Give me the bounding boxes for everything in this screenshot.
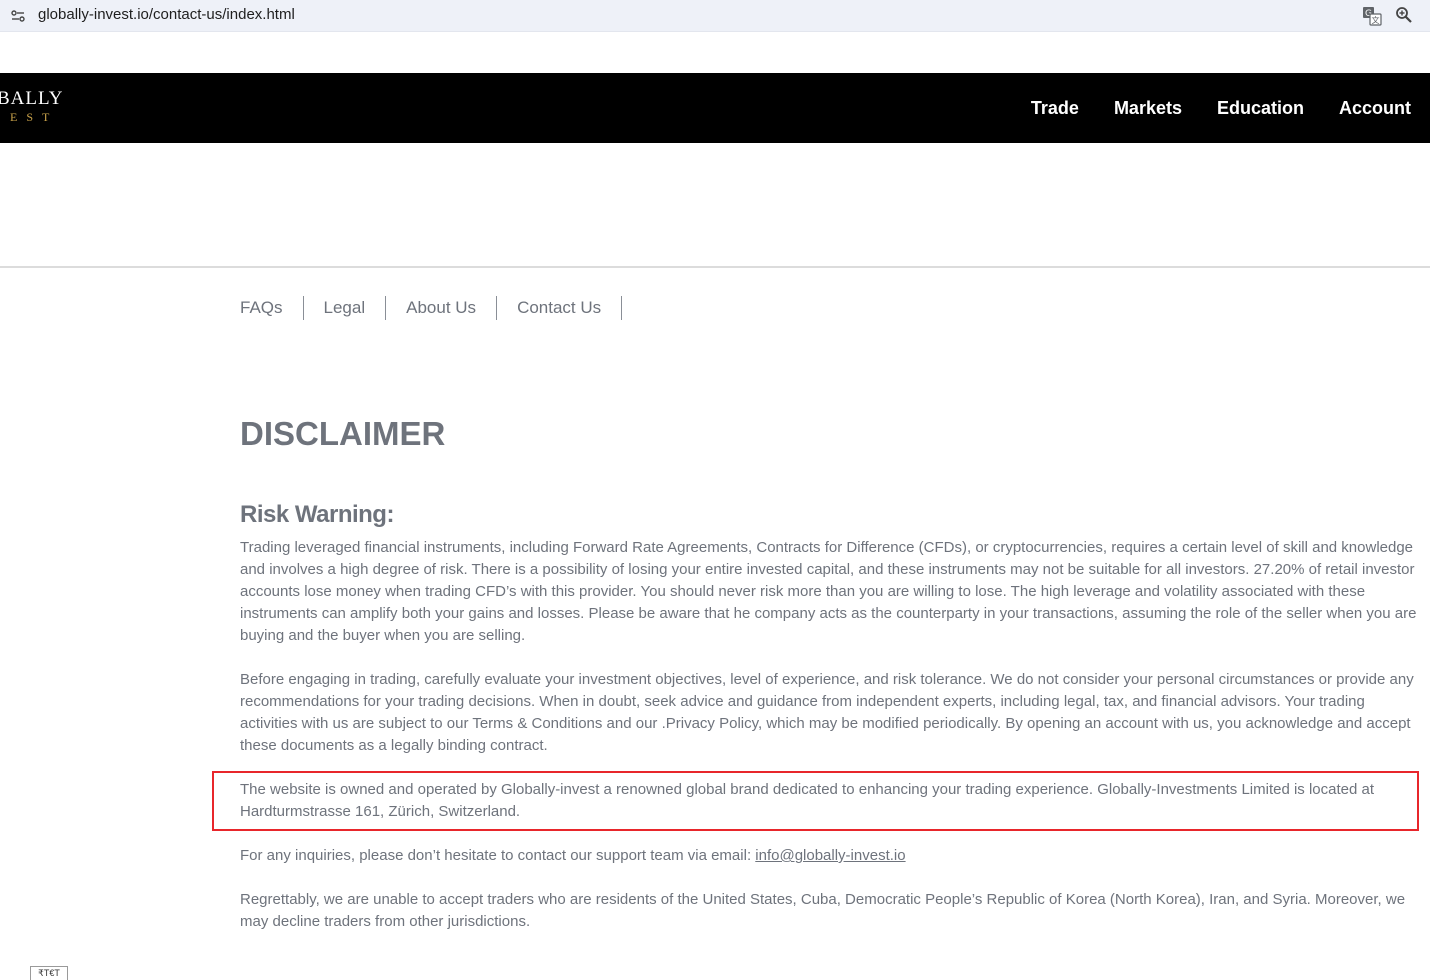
nav-trade[interactable]: Trade bbox=[1031, 98, 1079, 119]
url-text[interactable]: globally-invest.io/contact-us/index.html bbox=[38, 6, 295, 24]
risk-paragraph: Trading leveraged financial instruments,… bbox=[240, 539, 1417, 644]
site-logo[interactable]: BALLY EST bbox=[0, 89, 80, 129]
zoom-icon[interactable] bbox=[1395, 6, 1413, 24]
evaluation-paragraph: Before engaging in trading, carefully ev… bbox=[240, 671, 1414, 754]
logo-top-text: BALLY bbox=[0, 89, 64, 109]
nav-markets[interactable]: Markets bbox=[1114, 98, 1182, 119]
subnav-about-us[interactable]: About Us bbox=[406, 296, 498, 320]
nav-education[interactable]: Education bbox=[1217, 98, 1304, 119]
svg-text:文: 文 bbox=[1372, 15, 1380, 25]
sub-nav: FAQs Legal About Us Contact Us bbox=[240, 296, 642, 320]
restriction-paragraph: Regrettably, we are unable to accept tra… bbox=[240, 891, 1406, 930]
translate-icon[interactable]: G 文 bbox=[1362, 6, 1382, 26]
main-nav: Trade Markets Education Account bbox=[996, 73, 1411, 143]
risk-warning-heading: Risk Warning: bbox=[240, 501, 394, 528]
support-email-link[interactable]: info@globally-invest.io bbox=[755, 847, 905, 864]
nav-account[interactable]: Account bbox=[1339, 98, 1411, 119]
logo-bottom-text: EST bbox=[10, 110, 59, 124]
site-header: BALLY EST Trade Markets Education Accoun… bbox=[0, 73, 1430, 143]
subnav-contact-us[interactable]: Contact Us bbox=[517, 296, 623, 320]
site-info-icon[interactable] bbox=[10, 8, 26, 24]
subnav-legal[interactable]: Legal bbox=[324, 296, 387, 320]
currency-widget[interactable]: ₹T€T bbox=[30, 966, 68, 980]
subnav-faqs[interactable]: FAQs bbox=[240, 296, 304, 320]
inquiry-text: For any inquiries, please don’t hesitate… bbox=[240, 847, 756, 864]
section-divider bbox=[0, 266, 1430, 268]
page-title: DISCLAIMER bbox=[240, 415, 446, 452]
browser-address-bar: globally-invest.io/contact-us/index.html… bbox=[0, 0, 1430, 32]
inquiry-paragraph: For any inquiries, please don’t hesitate… bbox=[240, 845, 1420, 867]
highlight-annotation-box bbox=[212, 771, 1419, 831]
